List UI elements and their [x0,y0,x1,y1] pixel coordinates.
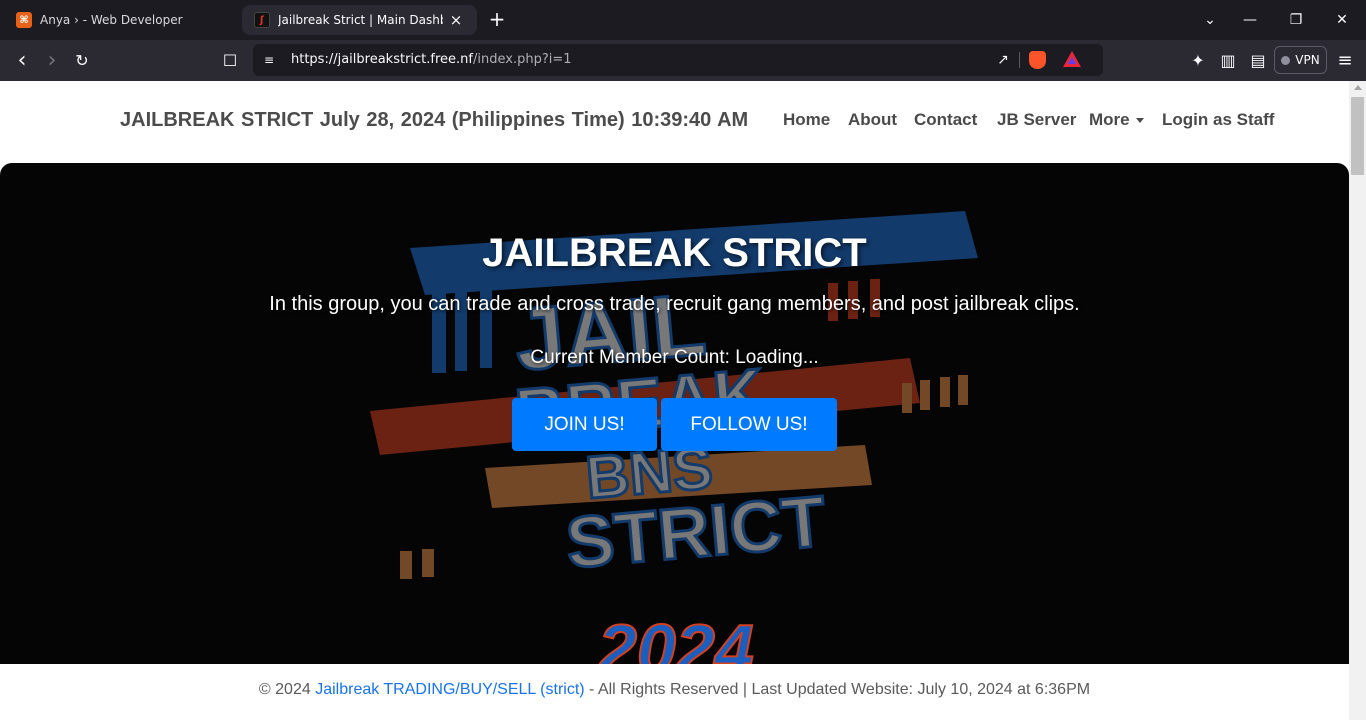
follow-us-button[interactable]: FOLLOW US! [661,398,837,451]
browser-tab-bar: ⌘ Anya › - Web Developer ʃ Jailbreak Str… [0,0,1366,40]
restore-icon[interactable]: ❐ [1284,8,1308,32]
join-us-button[interactable]: JOIN US! [512,398,657,451]
forward-icon[interactable]: › [40,49,64,73]
tab-jailbreak-dashboard[interactable]: ʃ Jailbreak Strict | Main Dashboard × [242,5,477,35]
nav-home[interactable]: Home [783,110,830,130]
new-tab-icon[interactable]: + [486,9,508,31]
sidebar-icon[interactable]: ▥ [1216,49,1240,73]
brave-rewards-icon[interactable] [1063,51,1081,67]
brave-shields-icon[interactable] [1029,51,1046,69]
web-page: JAILBREAK STRICT July 28, 2024 (Philippi… [0,81,1349,720]
scroll-up-arrow-icon[interactable] [1354,85,1362,90]
hero-section: JAIL BREAK BNS STRICT 2024 JAILBREAK STR… [0,163,1349,664]
nav-login-staff[interactable]: Login as Staff [1162,110,1274,130]
nav-more-dropdown[interactable]: More [1089,110,1144,130]
svg-text:2024: 2024 [596,610,754,664]
reload-icon[interactable]: ↻ [70,49,94,73]
caret-down-icon [1135,118,1144,124]
vpn-label: VPN [1295,53,1320,67]
nav-jb-server[interactable]: JB Server [997,110,1076,130]
menu-icon[interactable]: ≡ [1333,49,1357,73]
site-footer: © 2024 Jailbreak TRADING/BUY/SELL (stric… [0,664,1349,720]
member-count: Current Member Count: Loading... [530,347,819,368]
footer-rights: - All Rights Reserved | Last Updated Web… [584,681,1091,698]
share-icon[interactable]: ↗ [993,50,1013,70]
address-bar[interactable]: ≡ https://jailbreakstrict.free.nf/index.… [253,44,1103,76]
extensions-icon[interactable]: ✦ [1186,49,1210,73]
nav-contact[interactable]: Contact [914,110,977,130]
tab-list-icon[interactable]: ⌄ [1198,8,1222,32]
close-window-icon[interactable]: ✕ [1330,8,1354,32]
nav-about[interactable]: About [848,110,897,130]
back-icon[interactable]: ‹ [10,49,34,73]
xampp-icon: ⌘ [16,12,32,28]
bookmark-icon[interactable]: ☐ [218,49,242,73]
hero-description: In this group, you can trade and cross t… [269,293,1080,315]
nav-more-label: More [1089,110,1130,129]
browser-toolbar: ‹ › ↻ ☐ ≡ https://jailbreakstrict.free.n… [0,40,1366,81]
page-scrollbar[interactable] [1349,81,1366,720]
scrollbar-thumb[interactable] [1351,97,1364,175]
minimize-icon[interactable]: — [1238,8,1262,32]
wallet-icon[interactable]: ▤ [1246,49,1270,73]
tab-title: Anya › - Web Developer [40,13,183,27]
tab-close-icon[interactable]: × [447,11,465,29]
url-divider [1019,52,1020,68]
footer-group-link[interactable]: Jailbreak TRADING/BUY/SELL (strict) [315,681,584,698]
site-brand[interactable]: JAILBREAK STRICT July 28, 2024 (Philippi… [120,109,748,132]
site-navbar: JAILBREAK STRICT July 28, 2024 (Philippi… [0,81,1349,163]
tab-anya-web-developer[interactable]: ⌘ Anya › - Web Developer [6,5,236,35]
jailbreak-favicon-icon: ʃ [254,12,270,28]
url-text[interactable]: https://jailbreakstrict.free.nf/index.ph… [291,52,572,67]
vpn-button[interactable]: VPN [1274,46,1327,74]
url-host: https://jailbreakstrict.free.nf [291,52,473,67]
hero-title: JAILBREAK STRICT [482,231,867,275]
url-path: /index.php?i=1 [473,52,572,67]
tab-title: Jailbreak Strict | Main Dashboard [278,13,443,27]
vpn-status-icon [1281,55,1291,65]
footer-copyright: © 2024 [258,681,316,698]
site-info-icon[interactable]: ≡ [261,52,277,68]
